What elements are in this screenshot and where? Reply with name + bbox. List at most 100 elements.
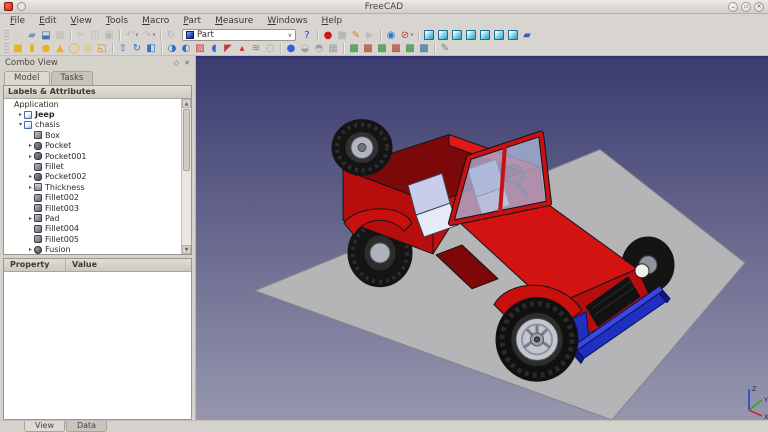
expand-arrow-icon[interactable]: ▸	[27, 153, 34, 160]
close-panel-icon[interactable]: ✕	[184, 59, 190, 67]
refine-shape-icon[interactable]: ▩	[403, 42, 417, 55]
menu-help[interactable]: Help	[315, 15, 350, 28]
toolbar-grip[interactable]	[4, 43, 9, 54]
sweep-icon[interactable]: ≋	[249, 42, 263, 55]
connect-objects-icon[interactable]: ◒	[298, 42, 312, 55]
split-objects-icon[interactable]: ◓	[312, 42, 326, 55]
primitive-cylinder-icon[interactable]: ▮	[25, 42, 39, 55]
boolean-cut-icon[interactable]: ◑	[165, 42, 179, 55]
menu-measure[interactable]: Measure	[208, 15, 260, 28]
maximize-button[interactable]: ▫	[741, 2, 751, 12]
measure-linear-icon[interactable]: ▰	[520, 29, 534, 42]
expand-arrow-icon[interactable]: ▸	[27, 184, 34, 191]
mirror-icon[interactable]: ◧	[144, 42, 158, 55]
cross-section-icon[interactable]: ▨	[193, 42, 207, 55]
revolve-icon[interactable]: ↻	[130, 42, 144, 55]
redo-icon[interactable]: ↷	[140, 29, 154, 42]
boolean-union-icon[interactable]: ◐	[179, 42, 193, 55]
tree-item-pocket[interactable]: ▸Pocket	[4, 141, 181, 151]
convert-to-solid-icon[interactable]: ▩	[375, 42, 389, 55]
tree-item-application[interactable]: Application	[4, 99, 181, 109]
expand-arrow-icon[interactable]: ▸	[27, 246, 34, 253]
reverse-shapes-icon[interactable]: ▩	[389, 42, 403, 55]
view-rear-icon[interactable]	[478, 29, 492, 42]
view-axonometric-icon[interactable]	[422, 29, 436, 42]
tab-data[interactable]: Data	[66, 421, 107, 432]
close-button[interactable]: ✕	[754, 2, 764, 12]
scroll-up-icon[interactable]: ▲	[182, 99, 191, 108]
print-icon[interactable]: ▦	[53, 29, 67, 42]
tree-item-box[interactable]: Box	[4, 130, 181, 140]
tab-model[interactable]: Model	[4, 71, 50, 86]
boolean-operation-icon[interactable]: ●	[284, 42, 298, 55]
macro-record-icon[interactable]: ●	[321, 29, 335, 42]
cut-icon[interactable]: ✂	[74, 29, 88, 42]
tree-item-pocket002[interactable]: ▸Pocket002	[4, 172, 181, 182]
tree-item-fillet005[interactable]: Fillet005	[4, 234, 181, 244]
tree-scrollbar[interactable]: ▲ ▼	[181, 99, 191, 254]
scroll-down-icon[interactable]: ▼	[182, 245, 191, 254]
shape-from-mesh-icon[interactable]: ▩	[347, 42, 361, 55]
scrollbar-thumb[interactable]	[183, 109, 190, 171]
expand-arrow-icon[interactable]: ▸	[27, 142, 34, 149]
fillet-icon[interactable]: ◖	[207, 42, 221, 55]
undo-icon[interactable]: ↶	[123, 29, 137, 42]
check-geometry-icon[interactable]: ▩	[417, 42, 431, 55]
expand-arrow-icon[interactable]: ▸	[27, 173, 34, 180]
menu-macro[interactable]: Macro	[135, 15, 176, 28]
menu-view[interactable]: View	[64, 15, 99, 28]
primitive-sphere-icon[interactable]: ●	[39, 42, 53, 55]
view-fit-all-icon[interactable]: ◉	[384, 29, 398, 42]
expand-arrow-icon[interactable]: ▸	[27, 215, 34, 222]
new-document-icon[interactable]: ▢	[11, 29, 25, 42]
toolbar-grip[interactable]	[4, 30, 9, 41]
mesh-from-shape-icon[interactable]: ▩	[361, 42, 375, 55]
tree-item-fillet[interactable]: Fillet	[4, 161, 181, 171]
extrude-icon[interactable]: ⇧	[116, 42, 130, 55]
copy-icon[interactable]: ◫	[88, 29, 102, 42]
3d-viewport[interactable]: Z Y X	[196, 56, 768, 420]
tree-item-fusion[interactable]: ▸Fusion	[4, 244, 181, 254]
view-left-icon[interactable]	[506, 29, 520, 42]
view-front-icon[interactable]	[436, 29, 450, 42]
chamfer-icon[interactable]: ◤	[221, 42, 235, 55]
tree-item-jeep[interactable]: ▸Jeep	[4, 109, 181, 119]
property-list[interactable]	[4, 272, 191, 419]
expand-arrow-icon[interactable]: ▸	[17, 111, 24, 118]
tree-item-fillet004[interactable]: Fillet004	[4, 224, 181, 234]
refresh-icon[interactable]: ↻	[164, 29, 178, 42]
tree-item-pad[interactable]: ▸Pad	[4, 213, 181, 223]
primitive-torus-icon[interactable]: ◯	[67, 42, 81, 55]
float-panel-icon[interactable]: ◇	[174, 59, 179, 67]
paste-icon[interactable]: ▣	[102, 29, 116, 42]
tab-tasks[interactable]: Tasks	[51, 71, 94, 85]
primitive-box-icon[interactable]: ■	[11, 42, 25, 55]
menu-tools[interactable]: Tools	[99, 15, 135, 28]
shape-builder-icon[interactable]: ◱	[95, 42, 109, 55]
tab-view[interactable]: View	[24, 421, 65, 432]
whats-this-icon[interactable]: ?	[300, 29, 314, 42]
menu-part[interactable]: Part	[176, 15, 208, 28]
macro-play-icon[interactable]: ▶	[363, 29, 377, 42]
primitive-tube-icon[interactable]: ◎	[81, 42, 95, 55]
tree-item-chasis[interactable]: ▾chasis	[4, 120, 181, 130]
menu-windows[interactable]: Windows	[260, 15, 314, 28]
defeaturing-icon[interactable]: ✎	[438, 42, 452, 55]
workbench-selector[interactable]: Part∨	[182, 29, 296, 41]
menu-file[interactable]: File	[3, 15, 32, 28]
value-column-header[interactable]: Value	[66, 259, 103, 271]
view-top-icon[interactable]	[450, 29, 464, 42]
window-menu-icon[interactable]	[17, 2, 26, 11]
make-compound-icon[interactable]: ▦	[326, 42, 340, 55]
tree-item-fillet002[interactable]: Fillet002	[4, 193, 181, 203]
tree-item-fillet003[interactable]: Fillet003	[4, 203, 181, 213]
primitive-cone-icon[interactable]: ▲	[53, 42, 67, 55]
open-folder-icon[interactable]: ▰	[25, 29, 39, 42]
menu-edit[interactable]: Edit	[32, 15, 63, 28]
view-right-icon[interactable]	[464, 29, 478, 42]
minimize-button[interactable]: ⌄	[728, 2, 738, 12]
offset-icon[interactable]: ◌	[263, 42, 277, 55]
loft-icon[interactable]: ▴	[235, 42, 249, 55]
tree-item-thickness[interactable]: ▸Thickness	[4, 182, 181, 192]
save-icon[interactable]: ⬓	[39, 29, 53, 42]
